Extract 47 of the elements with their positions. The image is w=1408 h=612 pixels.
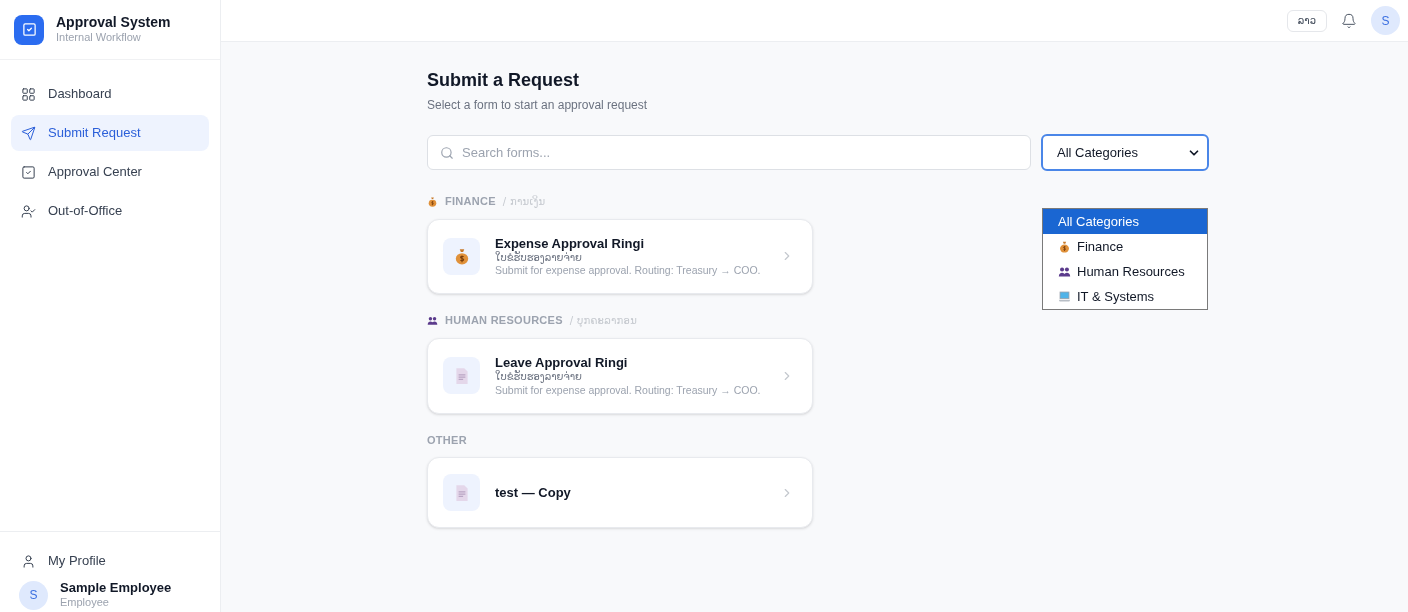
search-icon [440,145,454,160]
page-title: Submit a Request [427,69,581,92]
people-icon [1058,265,1071,278]
form-card[interactable]: Leave Approval Ringi ໃບຂໍຮັບຮອງລາຍຈ່າຍ Submit for expense approval. Routing: Treasury → COO. [427,337,813,414]
category-heading: FINANCE [445,194,496,209]
computer-icon [1058,290,1071,303]
user-avatar[interactable]: S [1371,6,1400,35]
nav-item[interactable]: Dashboard [11,76,209,112]
app-logo [14,14,44,45]
form-subtitle: ໃບຂໍຮັບຮອງລາຍຈ່າຍ [495,251,582,265]
dropdown-option[interactable]: All Categories [1043,209,1207,234]
user-role: Employee [60,596,110,610]
category-heading: OTHER [427,432,467,448]
profile-link[interactable]: My Profile [11,546,209,576]
form-card[interactable]: Expense Approval Ringi ໃບຂໍຮັບຮອງລາຍຈ່າຍ Submit for expense approval. Routing: Treasury → COO. [427,218,813,295]
category-heading: HUMAN RESOURCES [445,313,563,329]
page-subtitle: Select a form to start an approval request [427,97,649,114]
form-description: Submit for expense approval. Routing: Treasury → COO. [495,383,762,397]
nav-item[interactable]: Submit Request [11,115,209,151]
user-name: Sample Employee [60,580,172,597]
dropdown-option[interactable]: Human Resources [1043,259,1207,284]
form-subtitle: ໃບຂໍຮັບຮອງລາຍຈ່າຍ [495,371,583,384]
form-description: Submit for expense approval. Routing: Treasury → COO. [495,264,762,278]
nav-item[interactable]: Approval Center [11,154,209,190]
notifications-icon[interactable] [1341,12,1357,29]
form-title: Leave Approval Ringi [495,354,629,370]
money-bag-icon [1058,240,1071,253]
app-title: Approval System [56,13,171,32]
user-icon [21,553,36,569]
checkbox-icon [21,164,36,180]
form-title: test — Copy [495,484,572,501]
category-select[interactable]: All Categories [1041,134,1209,171]
dropdown-option[interactable]: Finance [1043,234,1207,259]
grid-icon [21,86,36,102]
search-input[interactable]: Search forms... [462,142,1018,163]
send-icon [21,125,36,141]
money-bag-icon [427,195,438,207]
people-icon [427,315,438,327]
user-check-icon [21,203,36,219]
form-title: Expense Approval Ringi [495,235,646,252]
form-card[interactable]: test — Copy [427,457,813,529]
user-avatar: S [19,580,48,610]
dropdown-option[interactable]: IT & Systems [1043,284,1207,309]
search-field[interactable]: Search forms... [427,135,1031,170]
app-subtitle: Internal Workflow [56,31,142,46]
language-button[interactable]: ລາວ [1286,9,1327,32]
nav-item[interactable]: Out-of-Office [11,193,209,229]
